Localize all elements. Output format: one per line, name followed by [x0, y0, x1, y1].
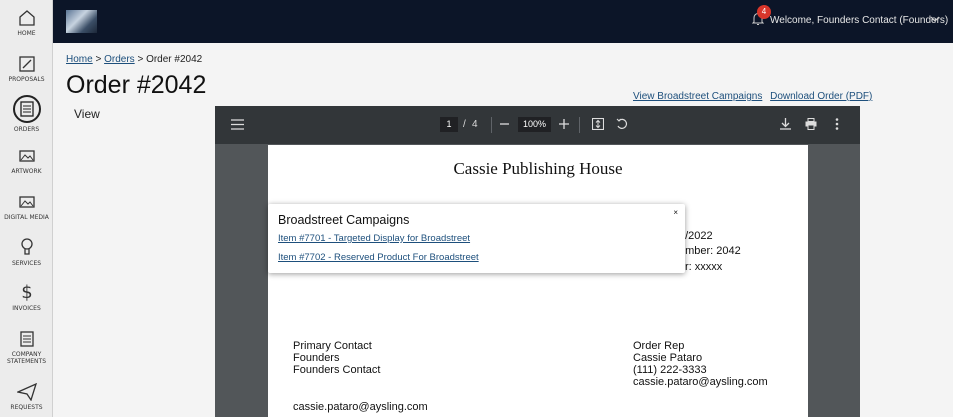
view-label: View — [74, 107, 100, 121]
broadstreet-campaigns-modal: Broadstreet Campaigns × Item #7701 - Tar… — [268, 204, 685, 273]
pdf-primary-contact-block: Primary Contact Founders Founders Contac… — [293, 340, 381, 376]
page-title: Order #2042 — [66, 71, 207, 99]
breadcrumb-current: Order #2042 — [146, 54, 203, 65]
sidebar-item-label: ORDERS — [13, 126, 40, 133]
sidebar-item-label: ARTWORK — [11, 168, 42, 175]
svg-text:$: $ — [21, 282, 32, 302]
download-icon[interactable] — [780, 118, 791, 130]
sidebar-item-orders[interactable]: ORDERS — [0, 95, 53, 133]
sidebar-item-requests[interactable]: REQUESTS — [0, 383, 53, 411]
pdf-order-rep-block: Order Rep Cassie Pataro (111) 222-3333 c… — [633, 340, 768, 388]
top-bar: 4 Welcome, Founders Contact (Founders) — [53, 0, 953, 43]
more-options-icon[interactable] — [835, 118, 839, 130]
services-icon — [20, 238, 33, 255]
sidebar-item-proposals[interactable]: PROPOSALS — [0, 55, 53, 83]
view-broadstreet-campaigns-link[interactable]: View Broadstreet Campaigns — [633, 91, 762, 102]
close-icon[interactable]: × — [673, 208, 678, 217]
home-icon — [18, 10, 35, 26]
sidebar-item-home[interactable]: HOME — [0, 9, 53, 37]
pdf-page: Cassie Publishing House 2/2022 umber: 20… — [268, 145, 808, 417]
breadcrumb-home[interactable]: Home — [66, 54, 93, 65]
breadcrumb-separator: > — [137, 54, 144, 65]
sidebar-item-services[interactable]: SERVICES — [0, 237, 53, 267]
sidebar-item-label: SERVICES — [11, 260, 42, 267]
sidebar-item-label: INVOICES — [12, 305, 41, 312]
orders-icon — [19, 101, 34, 117]
page-separator: / — [463, 119, 466, 130]
rotate-icon[interactable] — [616, 118, 628, 130]
campaign-item-link[interactable]: Item #7701 - Targeted Display for Broads… — [278, 233, 470, 244]
requests-icon — [16, 383, 37, 401]
toolbar-divider — [579, 117, 580, 133]
sidebar-item-digital-media[interactable]: DIGITAL MEDIA — [0, 193, 53, 221]
breadcrumb-separator: > — [95, 54, 102, 65]
sidebar-item-label: REQUESTS — [10, 404, 43, 411]
digital-media-icon — [18, 196, 35, 208]
toolbar-divider — [491, 117, 492, 133]
pdf-company-title: Cassie Publishing House — [453, 159, 623, 178]
print-icon[interactable] — [805, 118, 817, 130]
modal-title: Broadstreet Campaigns — [278, 213, 410, 227]
sidebar-item-label: HOME — [17, 30, 36, 37]
sidebar-item-label: DIGITAL MEDIA — [4, 214, 49, 221]
total-pages: 4 — [472, 119, 478, 130]
pdf-po-number: r: xxxxx — [685, 261, 723, 273]
statements-icon — [19, 331, 34, 347]
sidebar-item-company-statements[interactable]: COMPANY STATEMENTS — [0, 330, 53, 365]
sidebar-item-label: COMPANY STATEMENTS — [6, 351, 47, 365]
pdf-contact-email: cassie.pataro@aysling.com — [293, 401, 428, 413]
fit-page-icon[interactable] — [592, 118, 604, 130]
user-menu-label[interactable]: Welcome, Founders Contact (Founders) — [770, 15, 948, 26]
chevron-down-icon[interactable] — [930, 14, 940, 24]
campaign-item-link[interactable]: Item #7702 - Reserved Product For Broads… — [278, 252, 479, 263]
proposals-icon — [18, 56, 35, 72]
breadcrumb-orders[interactable]: Orders — [104, 54, 135, 65]
sidebar-item-label: PROPOSALS — [8, 76, 45, 83]
breadcrumb: Home > Orders > Order #2042 — [66, 54, 202, 65]
company-logo[interactable] — [66, 10, 97, 33]
sidebar-item-invoices[interactable]: $ INVOICES — [0, 282, 53, 312]
menu-icon[interactable] — [231, 119, 244, 130]
artwork-icon — [18, 150, 35, 162]
sidebar: HOME PROPOSALS ORDERS ARTWORK DIGITAL ME… — [0, 0, 53, 417]
zoom-in-icon[interactable] — [559, 119, 569, 129]
sidebar-item-artwork[interactable]: ARTWORK — [0, 147, 53, 175]
page-number-input[interactable]: 1 — [440, 117, 458, 132]
notification-badge[interactable]: 4 — [757, 5, 771, 19]
active-indicator — [12, 95, 41, 123]
zoom-level-input[interactable]: 100% — [518, 117, 551, 132]
order-actions: View Broadstreet Campaigns Download Orde… — [633, 91, 877, 102]
invoices-icon: $ — [21, 282, 32, 302]
download-order-pdf-link[interactable]: Download Order (PDF) — [770, 91, 872, 102]
zoom-out-icon[interactable] — [500, 123, 509, 125]
pdf-toolbar: 1 / 4 100% — [215, 106, 860, 144]
pdf-order-number: umber: 2042 — [679, 245, 741, 257]
